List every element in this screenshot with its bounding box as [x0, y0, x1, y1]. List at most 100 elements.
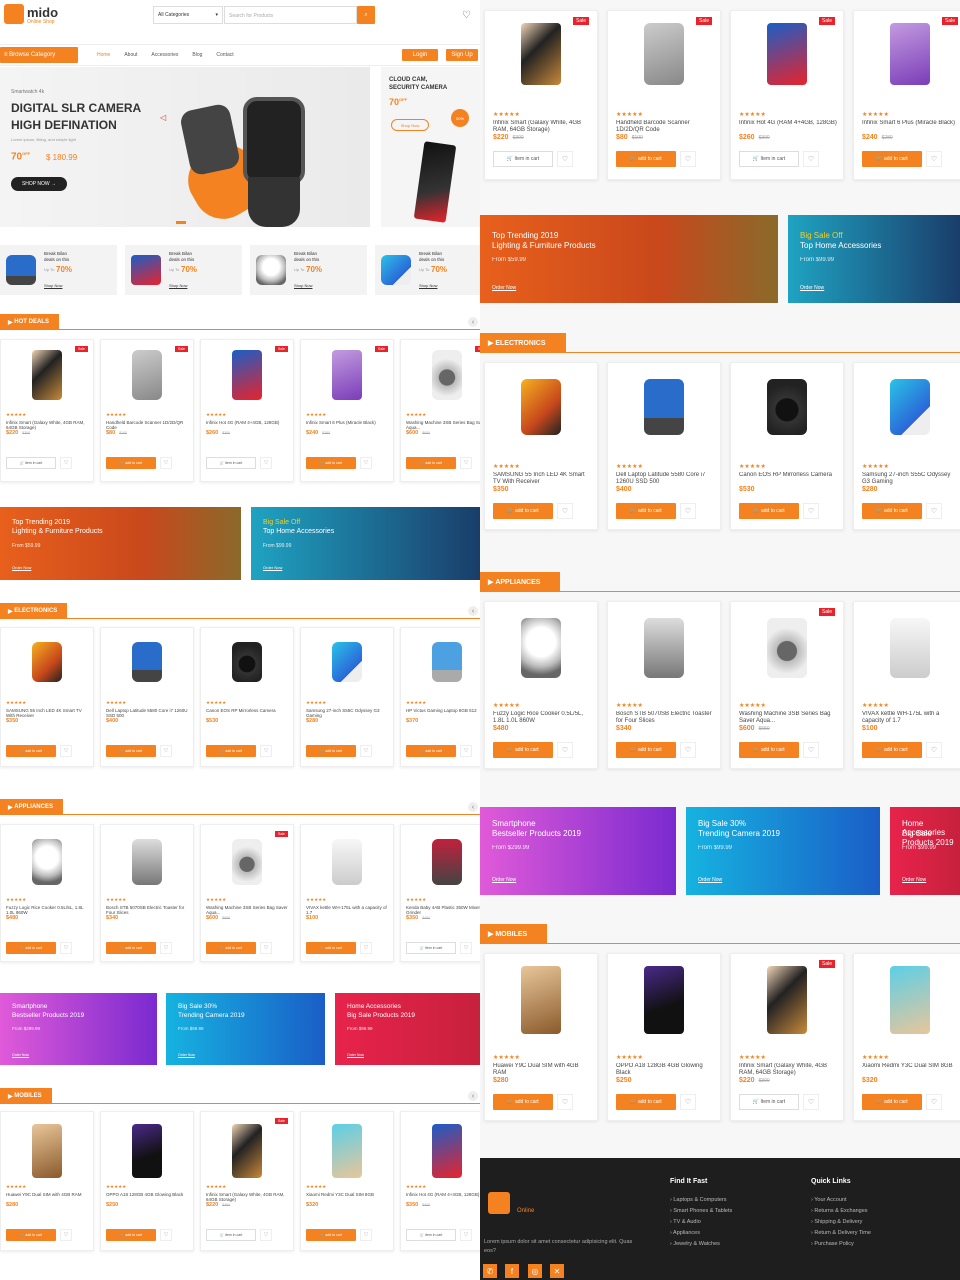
product-title[interactable]: Infinix Smart (Galaxy White, 4GB RAM, 64… [739, 1063, 837, 1078]
add-to-cart-button[interactable]: 🛒 add to cart [306, 457, 356, 469]
add-to-cart-button[interactable]: 🛒 add to cart [6, 745, 56, 757]
banner-order-link[interactable]: Order Now [178, 1053, 195, 1057]
signup-button[interactable]: Sign Up [446, 49, 478, 61]
product-card[interactable]: ★★★★★ HP Victus Gaming Laptop 8GB 512 $370… [400, 627, 480, 767]
footer-link[interactable]: › Appliances [670, 1228, 732, 1239]
nav-about[interactable]: About [124, 52, 137, 58]
add-to-cart-button[interactable]: 🛒 add to cart [616, 503, 676, 519]
item-in-cart-button[interactable]: 🛒 Item in cart [406, 942, 456, 954]
electronics-tab-zoomed[interactable]: ▶ ELECTRONICS [480, 333, 566, 353]
product-card[interactable]: ★★★★★ VIVAX kettle WH-175L with a capacit… [300, 824, 394, 962]
heart-icon[interactable]: ♡ [926, 1094, 942, 1110]
chevron-left-icon[interactable]: ‹ [468, 317, 478, 327]
footer-link[interactable]: › Jewelry & Watches [670, 1239, 732, 1250]
add-to-cart-button[interactable]: 🛒 add to cart [739, 503, 799, 519]
add-to-cart-button[interactable]: 🛒 add to cart [106, 745, 156, 757]
product-card[interactable]: ★★★★★ SAMSUNG 55 Inch LED 4K Smart TV Wit… [484, 362, 598, 530]
cart-icon[interactable]: ♡ [462, 10, 471, 21]
promo-banner[interactable]: Big Sale Off Top Home Accessories From $99… [251, 507, 480, 580]
product-title[interactable]: Dell Laptop Latitude 5580 Core i7 1260U … [616, 472, 714, 487]
item-in-cart-button[interactable]: 🛒 Item in cart [493, 151, 553, 167]
product-card[interactable]: ★★★★★ Huawei Y9C Dual SIM with 4GB RAM $28… [484, 953, 598, 1121]
product-card[interactable]: ★★★★★ Kenda Baby 4AB Plastic 350W Mixer G… [400, 824, 480, 962]
heart-icon[interactable]: ♡ [60, 457, 72, 469]
add-to-cart-button[interactable]: 🛒 add to cart [862, 1094, 922, 1110]
banner-order-link[interactable]: Order Now [263, 565, 282, 570]
product-title[interactable]: VIVAX kettle WH-175L with a capacity of … [306, 905, 390, 916]
product-title[interactable]: Samsung 27-inch S55C Odyssey G3 Gaming [862, 472, 960, 487]
footer-link[interactable]: › Laptops & Computers [670, 1195, 732, 1206]
nav-accessories[interactable]: Accessories [151, 52, 178, 58]
product-card[interactable]: ★★★★★ OPPO A18 128GB 4GB Glowing Black $25… [100, 1111, 194, 1251]
instagram-icon[interactable]: ◎ [528, 1264, 542, 1278]
banner-order-link[interactable]: Order Now [902, 877, 926, 883]
twitter-icon[interactable]: ✕ [550, 1264, 564, 1278]
category-select[interactable]: All Categories ▾ [153, 6, 223, 24]
product-card[interactable]: Sale★★★★★Washing Machine 3SB Series Bag … [400, 339, 480, 482]
heart-icon[interactable]: ♡ [680, 151, 696, 167]
banner-order-link[interactable]: Order Now [698, 877, 722, 883]
mini-promo-shop-link[interactable]: Shop Now [419, 283, 437, 288]
item-in-cart-button[interactable]: 🛒 Item in cart [406, 1229, 456, 1241]
product-title[interactable]: Fuzzy Logic Rice Cooker 0.5L/5L, 1.8L 1.… [6, 905, 90, 916]
product-card[interactable]: ★★★★★ Bosch STB 5070SB Electric Toaster f… [607, 601, 721, 769]
product-title[interactable]: SAMSUNG 55 Inch LED 4K Smart TV With Rec… [493, 472, 591, 487]
footer-link[interactable]: › Purchase Policy [811, 1239, 871, 1250]
heart-icon[interactable]: ♡ [260, 1229, 272, 1241]
add-to-cart-button[interactable]: 🛒 add to cart [306, 745, 356, 757]
product-card[interactable]: Sale ★★★★★ Infinix Smart 6 Plus (Miracle B… [300, 339, 394, 482]
product-card[interactable]: Sale ★★★★★ Handheld Barcode Scanner 1D/2D/… [100, 339, 194, 482]
heart-icon[interactable]: ♡ [557, 503, 573, 519]
product-title[interactable]: Fuzzy Logic Rice Cooker 0.5L/5L, 1.8L 1.… [493, 711, 591, 726]
heart-icon[interactable]: ♡ [460, 457, 472, 469]
mini-promo-shop-link[interactable]: Shop Now [294, 283, 312, 288]
product-title[interactable]: Infinix Smart 6 Plus (Miracle Black) [862, 120, 960, 135]
product-title[interactable]: Dell Laptop Latitude 5580 Core i7 1260U … [106, 708, 190, 719]
product-card[interactable]: ★★★★★ Dell Laptop Latitude 5580 Core i7 1… [100, 627, 194, 767]
heart-icon[interactable]: ♡ [557, 1094, 573, 1110]
add-to-cart-button[interactable]: 🛒 add to cart [616, 151, 676, 167]
heart-icon[interactable]: ♡ [160, 745, 172, 757]
nav-home[interactable]: Home [97, 52, 110, 58]
add-to-cart-button[interactable]: 🛒 add to cart [862, 742, 922, 758]
nav-contact[interactable]: Contact [216, 52, 233, 58]
mini-promo-card[interactable]: Break Bilan deals on this Up To 70% Shop Now [375, 245, 480, 295]
heart-icon[interactable]: ♡ [926, 503, 942, 519]
heart-icon[interactable]: ♡ [557, 742, 573, 758]
add-to-cart-button[interactable]: 🛒 add to cart [206, 942, 256, 954]
heart-icon[interactable]: ♡ [803, 742, 819, 758]
side-promo[interactable]: CLOUD CAM, SECURITY CAMERA 70OFF Shop No… [381, 67, 480, 227]
promo-banner[interactable]: Top Trending 2019 Lighting & Furniture Pr… [480, 215, 778, 303]
footer-link[interactable]: › Return & Delivery Time [811, 1228, 871, 1239]
add-to-cart-button[interactable]: 🛒 add to cart [106, 942, 156, 954]
mobiles-tab-zoomed[interactable]: ▶ MOBILES [480, 924, 548, 944]
footer-link[interactable]: › Your Account [811, 1195, 871, 1206]
mini-promo-shop-link[interactable]: Shop Now [44, 283, 62, 288]
banner-order-link[interactable]: Order Now [12, 1053, 29, 1057]
product-card[interactable]: Sale★★★★★Washing Machine 3SB Series Bag … [200, 824, 294, 962]
appliances-tab[interactable]: ▶ APPLIANCES [0, 799, 63, 815]
product-card[interactable]: ★★★★★ OPPO A18 128GB 4GB Glowing Black $25… [607, 953, 721, 1121]
promo-banner[interactable]: Smartphone Bestseller Products 2019 From $… [0, 993, 157, 1065]
mini-promo-card[interactable]: Break Bilan deals on this Up To 70% Shop Now [250, 245, 367, 295]
promo-banner[interactable]: Big Sale 30% Trending Camera 2019 From $99… [166, 993, 325, 1065]
product-title[interactable]: Huawei Y9C Dual SIM with 4GB RAM [6, 1192, 90, 1203]
heart-icon[interactable]: ♡ [260, 942, 272, 954]
add-to-cart-button[interactable]: 🛒 add to cart [493, 503, 553, 519]
product-card[interactable]: Sale ★★★★★ Infinix Smart (Galaxy White, 4G… [0, 339, 94, 482]
add-to-cart-button[interactable]: 🛒 add to cart [306, 942, 356, 954]
add-to-cart-button[interactable]: 🛒 add to cart [739, 742, 799, 758]
heart-icon[interactable]: ♡ [360, 745, 372, 757]
add-to-cart-button[interactable]: 🛒 add to cart [406, 457, 456, 469]
heart-icon[interactable]: ♡ [803, 503, 819, 519]
heart-icon[interactable]: ♡ [557, 151, 573, 167]
item-in-cart-button[interactable]: 🛒 Item in cart [206, 457, 256, 469]
heart-icon[interactable]: ♡ [260, 457, 272, 469]
heart-icon[interactable]: ♡ [360, 457, 372, 469]
product-card[interactable]: ★★★★★ Canon EOS RP Mirrorless Camera $530 🛒… [200, 627, 294, 767]
product-card[interactable]: Sale★★★★★Washing Machine 3SB Series Bag … [730, 601, 844, 769]
product-title[interactable]: Huawei Y9C Dual SIM with 4GB RAM [493, 1063, 591, 1078]
product-card[interactable]: ★★★★★ Canon EOS RP Mirrorless Camera $530 🛒… [730, 362, 844, 530]
product-title[interactable]: Xiaomi Redmi Y3C Dual SIM 8GB [862, 1063, 960, 1078]
add-to-cart-button[interactable]: 🛒 add to cart [106, 457, 156, 469]
